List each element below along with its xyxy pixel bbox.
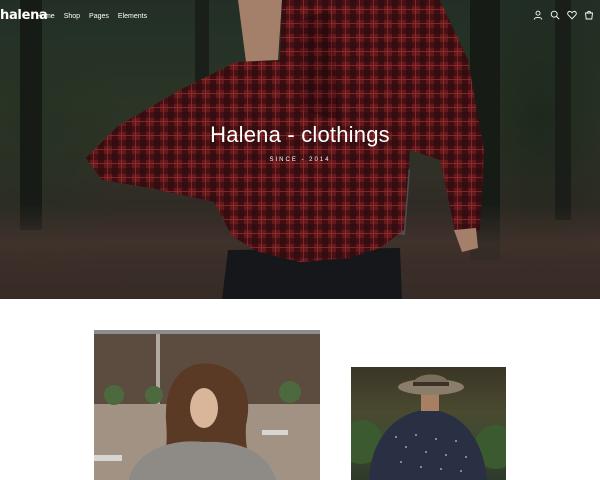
user-icon[interactable] <box>533 10 543 20</box>
hero-banner: Halena - clothings SINCE - 2014 <box>0 0 600 299</box>
hero-subtitle: SINCE - 2014 <box>269 157 331 163</box>
nav-item-home[interactable]: Home <box>36 13 55 20</box>
header-icons <box>533 10 594 20</box>
product-image-woman[interactable] <box>94 330 320 480</box>
heart-icon[interactable] <box>567 10 577 20</box>
main-menu: Home Shop Pages Elements <box>36 13 147 20</box>
search-icon[interactable] <box>550 10 560 20</box>
product-image-man[interactable] <box>351 367 506 480</box>
nav-item-elements[interactable]: Elements <box>118 13 147 20</box>
top-navbar: halena Home Shop Pages Elements <box>0 0 600 34</box>
cart-icon[interactable] <box>584 10 594 20</box>
nav-item-pages[interactable]: Pages <box>89 13 109 20</box>
page: Halena - clothings SINCE - 2014 halena H… <box>0 0 600 480</box>
nav-item-shop[interactable]: Shop <box>64 13 80 20</box>
man-photo <box>351 374 506 480</box>
woman-photo <box>94 330 320 480</box>
hero-title: Halena - clothings <box>210 122 390 147</box>
hero-overlay <box>0 0 600 299</box>
